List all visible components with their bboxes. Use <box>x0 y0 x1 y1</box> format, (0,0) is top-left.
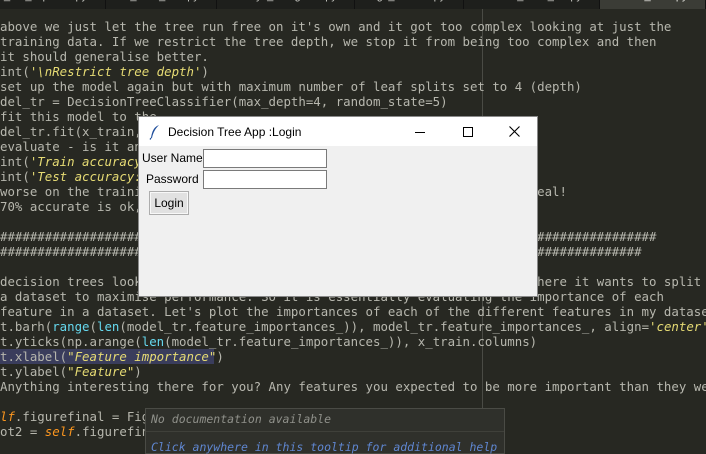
login-button[interactable]: Login <box>149 191 189 215</box>
editor-tab[interactable]: _2.2_Squares.py× <box>0 0 106 9</box>
code-token: t.yticks(np.arange( <box>0 334 142 349</box>
code-token: len <box>97 319 120 334</box>
code-token: above we just let the tree run free on i… <box>0 19 672 34</box>
editor-tab[interactable]: decision_Tree.py× <box>600 0 706 9</box>
code-line: del_tr = DecisionTreeClassifier(max_dept… <box>0 94 448 109</box>
code-line: t.xlabel("Feature importance") <box>0 349 224 364</box>
code-token: .figurefinal = Figu <box>14 409 157 424</box>
code-token: del_tr = DecisionTreeClassifier(max_dept… <box>0 94 448 109</box>
code-token: '\nRestrict tree depth' <box>29 64 202 79</box>
code-token: int( <box>0 64 30 79</box>
code-token: t.ylabel( <box>0 364 68 379</box>
code-token: worse on the trainin <box>0 184 150 199</box>
code-token: Anything interesting there for you? Any … <box>0 379 706 394</box>
code-token: ) <box>134 364 142 379</box>
dialog-title: Decision Tree App :Login <box>168 125 302 139</box>
username-input[interactable] <box>203 149 327 168</box>
code-token: ot2 = <box>0 424 45 439</box>
code-line: above we just let the tree run free on i… <box>0 19 671 34</box>
close-icon <box>508 126 520 137</box>
code-line: ot2 = self.figurefina <box>0 424 157 439</box>
code-token: t.xlabel( <box>0 349 68 364</box>
editor-tab[interactable]: lab2_Lists_Self.py× <box>106 0 218 9</box>
maximize-button[interactable] <box>445 117 491 146</box>
minimize-button[interactable] <box>397 117 443 146</box>
code-token: len <box>141 334 165 349</box>
code-token: 'center' <box>649 319 706 334</box>
code-line: t.ylabel("Feature") <box>0 364 142 379</box>
code-token: t.barh( <box>0 319 53 334</box>
code-line: Anything interesting there for you? Any … <box>0 379 706 394</box>
code-token: int( <box>0 154 30 169</box>
code-token: fit this model to the <box>0 109 157 124</box>
code-token: 'Train accuracy: <box>29 154 150 169</box>
tooltip-help-link[interactable]: Click anywhere in this tooltip for addit… <box>151 440 497 454</box>
code-line: t.yticks(np.arange(len(model_tr.feature_… <box>0 334 537 349</box>
editor-tab[interactable]: songs_module.py× <box>355 0 464 9</box>
code-line: evaluate - is it any <box>0 139 149 154</box>
tooltip-doc-text: No documentation available <box>151 412 332 426</box>
code-token: del_tr.fit(x_train, <box>0 124 142 139</box>
close-button[interactable] <box>491 117 537 146</box>
dialog-title-bar[interactable]: Decision Tree App :Login <box>139 117 537 146</box>
editor-tab[interactable]: Calculator_Lab5_V1.py× <box>464 0 601 9</box>
code-line: del_tr.fit(x_train, <box>0 124 142 139</box>
code-token: set up the model again but with maximum … <box>0 79 582 94</box>
code-line: training data. If we restrict the tree d… <box>0 34 656 49</box>
tooltip-divider <box>146 431 504 432</box>
maximize-icon <box>463 126 473 137</box>
code-token: "Feature importance" <box>67 349 217 364</box>
login-dialog-window: Decision Tree App :Login User Name Passw… <box>138 116 538 297</box>
code-token: lf <box>0 409 15 424</box>
code-token: feature in a dataset. Let's plot the imp… <box>0 304 706 319</box>
code-token: (model_tr.feature_importances_)), model_… <box>119 319 650 334</box>
code-line: fit this model to the <box>0 109 157 124</box>
code-token: it should generalise better. <box>0 49 209 64</box>
code-token: ) <box>201 64 209 79</box>
code-token: (model_tr.feature_importances_)), x_trai… <box>164 334 538 349</box>
code-token: 'Test accuracy: <box>29 169 142 184</box>
code-token: int( <box>0 169 30 184</box>
code-line: int('\nRestrict tree depth') <box>0 64 209 79</box>
username-label: User Name <box>142 151 203 165</box>
code-token: ) <box>216 349 224 364</box>
code-token: ( <box>89 319 97 334</box>
code-line: lf.figurefinal = Figu <box>0 409 157 424</box>
editor-tab[interactable]: Birthdays_MongoDB.py× <box>217 0 356 9</box>
code-token: "Feature" <box>67 364 135 379</box>
code-line: it should generalise better. <box>0 49 209 64</box>
feather-icon <box>149 125 159 140</box>
code-token: evaluate - is it any <box>0 139 150 154</box>
editor-tab-bar: _2.2_Squares.py×lab2_Lists_Self.py×Birth… <box>0 0 706 9</box>
documentation-tooltip[interactable]: No documentation available Click anywher… <box>145 408 505 454</box>
password-label: Password <box>146 172 199 186</box>
code-line: t.barh(range(len(model_tr.feature_import… <box>0 319 706 334</box>
code-token: 70% accurate is ok, <box>0 199 142 214</box>
code-line: feature in a dataset. Let's plot the imp… <box>0 304 706 319</box>
password-input[interactable] <box>203 170 327 189</box>
code-line: set up the model again but with maximum … <box>0 79 582 94</box>
minimize-icon <box>415 131 425 133</box>
code-token: training data. If we restrict the tree d… <box>0 34 657 49</box>
code-token: range <box>52 319 90 334</box>
code-token: self <box>44 424 75 439</box>
